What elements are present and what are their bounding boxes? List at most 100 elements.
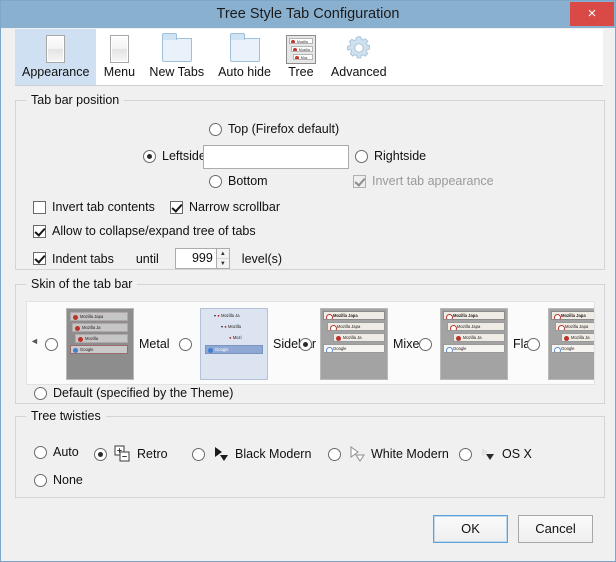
- skin-scroll-left-icon[interactable]: ◄: [30, 336, 39, 346]
- radio-twisty-white-modern-label: White Modern: [371, 447, 449, 461]
- radio-row-top[interactable]: Top (Firefox default): [209, 122, 339, 136]
- radio-twisty-osx-label: OS X: [502, 447, 532, 461]
- radio-skin-metal[interactable]: [45, 338, 58, 351]
- indent-level-spin-buttons[interactable]: ▲ ▼: [217, 248, 230, 269]
- skin-item-partial[interactable]: Mozilla Japa Mozilla Japa Mozilla Ja Goo…: [527, 308, 595, 380]
- radio-twisty-retro-label: Retro: [137, 447, 168, 461]
- retro-twisty-icon: [113, 445, 133, 463]
- tab-menu[interactable]: Menu: [96, 29, 142, 85]
- radio-default-skin[interactable]: [34, 387, 47, 400]
- folder-icon: [229, 33, 261, 63]
- tab-label: Auto hide: [218, 65, 271, 79]
- radio-twisty-none[interactable]: [34, 474, 47, 487]
- radio-twisty-auto-label: Auto: [53, 445, 79, 459]
- tab-label: Advanced: [331, 65, 387, 79]
- group-title: Tab bar position: [26, 93, 124, 107]
- tabbar-icon: [103, 33, 135, 63]
- skin-item-metal[interactable]: Mozilla Japa Mozilla Ja Mozilla Google M…: [45, 308, 170, 380]
- radio-bottom[interactable]: [209, 175, 222, 188]
- tab-auto-hide[interactable]: Auto hide: [211, 29, 278, 85]
- radio-twisty-none-label: None: [53, 473, 83, 487]
- radio-twisty-osx[interactable]: [459, 448, 472, 461]
- tab-tree[interactable]: Mozilla Mozilla Moz Tree: [278, 29, 324, 85]
- radio-skin-mixed[interactable]: [299, 338, 312, 351]
- radio-row-osx[interactable]: OS X: [459, 445, 532, 463]
- black-modern-twisty-icon: [211, 445, 233, 463]
- title-bar: Tree Style Tab Configuration ×: [1, 1, 615, 28]
- skin-thumbnail: Mozilla Japa Mozilla Ja Mozilla Google: [66, 308, 134, 380]
- osx-twisty-icon: [478, 445, 500, 463]
- tree-preview-icon: Mozilla Mozilla Moz: [285, 33, 317, 63]
- checkbox-indent-tabs[interactable]: [33, 252, 46, 265]
- checkbox-narrow-scrollbar[interactable]: [170, 201, 183, 214]
- checkbox-invert-tab-contents[interactable]: [33, 201, 46, 214]
- checkbox-invert-tab-appearance: [353, 175, 366, 188]
- radio-row-black-modern[interactable]: Black Modern: [192, 445, 311, 463]
- tab-label: New Tabs: [149, 65, 204, 79]
- group-title: Skin of the tab bar: [26, 277, 137, 291]
- radio-leftside[interactable]: [143, 150, 156, 163]
- indent-level-value[interactable]: 999: [175, 248, 217, 269]
- close-icon[interactable]: ×: [570, 2, 614, 26]
- folder-icon: [161, 33, 193, 63]
- radio-default-skin-label: Default (specified by the Theme): [53, 386, 233, 400]
- checkbox-invert-tab-contents-label: Invert tab contents: [52, 200, 155, 214]
- radio-twisty-auto[interactable]: [34, 446, 47, 459]
- checkbox-invert-tab-appearance-label: Invert tab appearance: [372, 174, 494, 188]
- cancel-button[interactable]: Cancel: [518, 515, 593, 543]
- skin-list[interactable]: ◄ ► Mozilla Japa Mozilla Ja Mozilla Goog…: [26, 301, 595, 385]
- radio-row-default-skin[interactable]: Default (specified by the Theme): [34, 386, 233, 400]
- tab-bar-size-field[interactable]: [204, 146, 348, 168]
- radio-twisty-retro[interactable]: [94, 448, 107, 461]
- radio-row-none[interactable]: None: [34, 473, 83, 487]
- until-label: until: [136, 252, 159, 266]
- tab-appearance[interactable]: Appearance: [15, 29, 96, 85]
- gear-icon: [343, 33, 375, 63]
- radio-row-retro[interactable]: Retro: [94, 445, 168, 463]
- tab-label: Menu: [104, 65, 135, 79]
- radio-row-leftside[interactable]: Leftside: [143, 149, 206, 163]
- level-suffix-label: level(s): [242, 252, 282, 266]
- tab-bar-size-input[interactable]: [203, 145, 349, 169]
- checkbox-row-narrow-scrollbar[interactable]: Narrow scrollbar: [170, 200, 280, 214]
- tabbar-icon: [40, 33, 72, 63]
- skin-thumbnail: Mozilla Japa Mozilla Japa Mozilla Ja Goo…: [440, 308, 508, 380]
- radio-twisty-black-modern[interactable]: [192, 448, 205, 461]
- skin-item-flat[interactable]: Mozilla Japa Mozilla Japa Mozilla Ja Goo…: [419, 308, 534, 380]
- radio-row-white-modern[interactable]: White Modern: [328, 445, 449, 463]
- checkbox-indent-tabs-label: Indent tabs: [52, 252, 114, 266]
- spin-down-icon[interactable]: ▼: [217, 259, 229, 268]
- radio-rightside[interactable]: [355, 150, 368, 163]
- configuration-dialog: Tree Style Tab Configuration × Appearanc…: [0, 0, 616, 562]
- checkbox-row-allow-collapse[interactable]: Allow to collapse/expand tree of tabs: [33, 224, 256, 238]
- checkbox-row-indent-tabs[interactable]: Indent tabs until 999 ▲ ▼ level(s): [33, 248, 282, 269]
- tab-advanced[interactable]: Advanced: [324, 29, 394, 85]
- indent-level-stepper[interactable]: 999 ▲ ▼: [175, 248, 230, 269]
- skin-item-sidebar[interactable]: ▾ ● Mozilla Ja ▾ ● Mozilla ● Mozi Google…: [179, 308, 316, 380]
- tab-strip: Appearance Menu New Tabs Auto hide Mozil…: [15, 29, 603, 86]
- group-title: Tree twisties: [26, 409, 106, 423]
- radio-top[interactable]: [209, 123, 222, 136]
- skin-thumbnail: ▾ ● Mozilla Ja ▾ ● Mozilla ● Mozi Google: [200, 308, 268, 380]
- tab-new-tabs[interactable]: New Tabs: [142, 29, 211, 85]
- checkbox-allow-collapse[interactable]: [33, 225, 46, 238]
- radio-row-rightside[interactable]: Rightside: [355, 149, 426, 163]
- checkbox-allow-collapse-label: Allow to collapse/expand tree of tabs: [52, 224, 256, 238]
- ok-button[interactable]: OK: [433, 515, 508, 543]
- radio-skin-flat[interactable]: [419, 338, 432, 351]
- radio-row-bottom[interactable]: Bottom: [209, 174, 268, 188]
- radio-leftside-label: Leftside: [162, 149, 206, 163]
- radio-twisty-white-modern[interactable]: [328, 448, 341, 461]
- radio-row-auto[interactable]: Auto: [34, 445, 79, 459]
- skin-thumbnail: Mozilla Japa Mozilla Japa Mozilla Ja Goo…: [320, 308, 388, 380]
- tree-twisties-group: Tree twisties Auto Retro: [15, 416, 605, 498]
- radio-skin-partial[interactable]: [527, 338, 540, 351]
- tab-bar-position-group: Tab bar position Top (Firefox default) L…: [15, 100, 605, 270]
- radio-twisty-black-modern-label: Black Modern: [235, 447, 311, 461]
- radio-skin-sidebar[interactable]: [179, 338, 192, 351]
- white-modern-twisty-icon: [347, 445, 369, 463]
- tab-label: Tree: [288, 65, 313, 79]
- spin-up-icon[interactable]: ▲: [217, 249, 229, 259]
- checkbox-row-invert-tab-contents[interactable]: Invert tab contents: [33, 200, 155, 214]
- skin-item-mixed[interactable]: Mozilla Japa Mozilla Japa Mozilla Ja Goo…: [299, 308, 426, 380]
